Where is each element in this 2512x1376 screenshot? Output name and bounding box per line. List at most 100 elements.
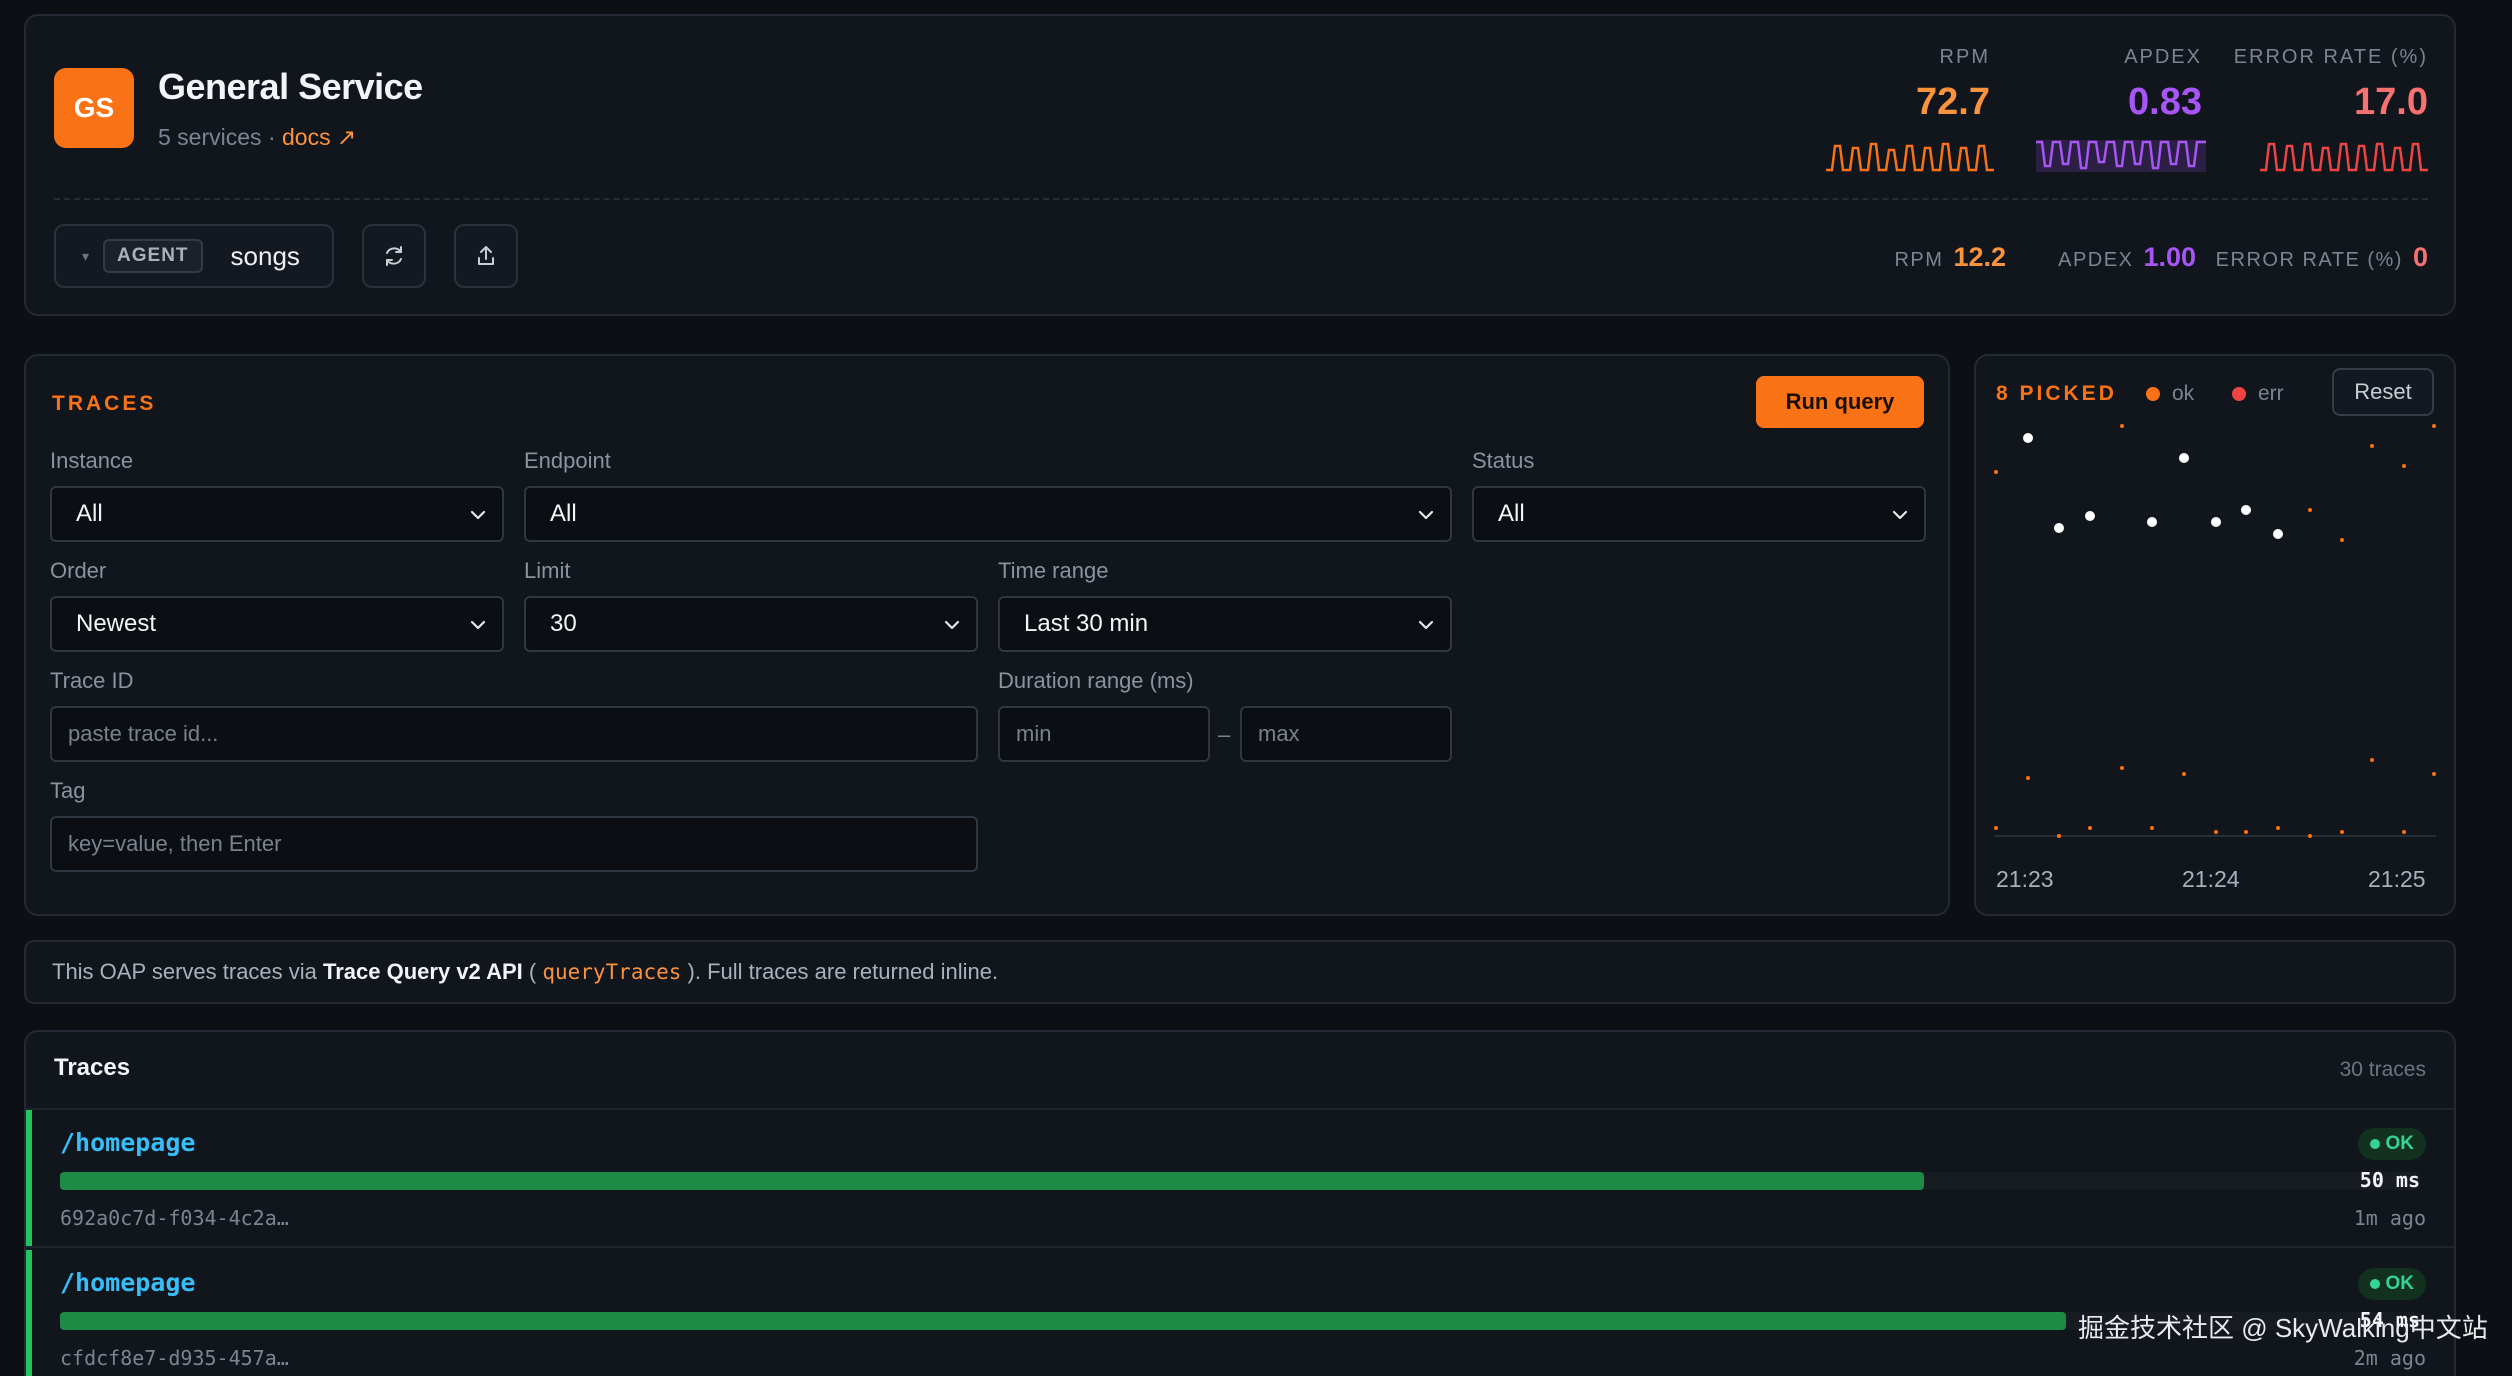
metric-apdex-label: APDEX [2124,46,2202,68]
duration-bar-track [60,1172,2420,1190]
ok-trace-point[interactable] [2150,826,2154,830]
x-tick-label: 21:23 [1996,866,2054,892]
chevron-down-icon [470,510,486,520]
trace-id-input[interactable] [50,706,978,762]
mini-apdex-label: APDEX [2058,249,2134,271]
chevron-down-icon [1418,510,1434,520]
service-logo: GS [54,68,134,148]
order-value: Newest [76,610,157,637]
ok-trace-point[interactable] [2402,464,2406,468]
ok-dot-icon [2146,387,2160,401]
mini-error-rate-value: 0 [2412,242,2428,272]
trace-scatter-panel: 8 PICKED ok err Reset 21:23 21:24 21:25 [1974,354,2456,916]
duration-max-input[interactable] [1240,706,1452,762]
duration-min-input[interactable] [998,706,1210,762]
chevron-down-icon [470,620,486,630]
run-query-button[interactable]: Run query [1756,376,1924,428]
ok-trace-point[interactable] [2120,766,2124,770]
ok-trace-point[interactable] [2276,826,2280,830]
ok-trace-point[interactable] [2370,444,2374,448]
mini-metric-rpm: RPM 12.2 [1894,242,2006,273]
ok-trace-point[interactable] [2057,834,2061,838]
metric-rpm-value: 72.7 [1916,81,1990,123]
picked-trace-point[interactable] [2241,505,2251,515]
time-range-label: Time range [998,558,1109,583]
status-select[interactable]: All [1472,486,1926,542]
share-button[interactable] [454,224,518,288]
trace-row[interactable]: /homepage OK 50 ms 692a0c7d-f034-4c2a… 1… [26,1110,2454,1248]
scatter-plot[interactable] [1976,416,2454,856]
duration-bar [60,1312,2066,1330]
status-label: Status [1472,448,1535,473]
picked-trace-point[interactable] [2085,511,2095,521]
tag-input[interactable] [50,816,978,872]
picked-trace-point[interactable] [2023,433,2033,443]
limit-select[interactable]: 30 [524,596,978,652]
ok-trace-point[interactable] [2308,508,2312,512]
ok-trace-point[interactable] [1994,470,1998,474]
time-range-select[interactable]: Last 30 min [998,596,1452,652]
ok-trace-point[interactable] [2120,424,2124,428]
agent-tag: AGENT [103,239,203,273]
status-text: OK [2385,1133,2415,1154]
trace-endpoint[interactable]: /homepage [60,1268,195,1297]
service-title: General Service [158,66,423,107]
ok-trace-point[interactable] [2182,772,2186,776]
ok-trace-point[interactable] [2402,830,2406,834]
picked-trace-point[interactable] [2054,523,2064,533]
agent-selector[interactable]: ▾ AGENT songs [54,224,334,288]
duration-range-label: Duration range (ms) [998,668,1194,693]
ok-trace-point[interactable] [2432,772,2436,776]
ok-trace-point[interactable] [2026,776,2030,780]
docs-link[interactable]: docs ↗ [282,124,356,150]
instance-label: Instance [50,448,134,473]
order-select[interactable]: Newest [50,596,504,652]
agent-value: songs [230,240,300,271]
picked-trace-point[interactable] [2179,453,2189,463]
metric-rpm-label: RPM [1939,46,1990,68]
caret-down-icon: ▾ [82,247,90,264]
legend-ok: ok [2146,382,2194,406]
status-badge: OK [2357,1128,2426,1160]
ok-trace-point[interactable] [2370,758,2374,762]
trace-endpoint[interactable]: /homepage [60,1128,195,1157]
endpoint-select[interactable]: All [524,486,1452,542]
share-icon [478,246,494,265]
mini-rpm-value: 12.2 [1953,242,2006,272]
info-prefix: This OAP serves traces via [52,959,324,984]
apdex-sparkline [2036,140,2206,172]
status-accent [26,1250,32,1376]
mini-apdex-value: 1.00 [2143,242,2196,272]
trace-id: cfdcf8e7-d935-457a… [60,1346,289,1370]
metric-rpm: RPM 72.7 [1916,46,1990,124]
ok-trace-point[interactable] [2244,830,2248,834]
ok-trace-point[interactable] [2088,826,2092,830]
mini-metric-apdex: APDEX 1.00 [2058,242,2196,273]
info-open-paren: ( [522,959,543,984]
duration-separator: – [1218,722,1231,747]
ok-trace-point[interactable] [2340,830,2344,834]
chevron-down-icon [1892,510,1908,520]
ok-trace-point[interactable] [1994,826,1998,830]
instance-select[interactable]: All [50,486,504,542]
metric-error-rate-label: ERROR RATE (%) [2233,46,2428,68]
picked-trace-point[interactable] [2147,517,2157,527]
duration-bar [60,1172,1925,1190]
legend-ok-label: ok [2172,382,2195,405]
reset-button[interactable]: Reset [2332,368,2434,416]
mini-error-rate-label: ERROR RATE (%) [2215,249,2403,271]
x-tick-label: 21:24 [2182,866,2240,892]
err-dot-icon [2232,387,2246,401]
picked-trace-point[interactable] [2273,529,2283,539]
picked-trace-point[interactable] [2211,517,2221,527]
metric-apdex-value: 0.83 [2128,81,2202,123]
ok-trace-point[interactable] [2340,538,2344,542]
status-badge: OK [2357,1268,2426,1300]
endpoint-value: All [550,500,577,527]
traces-count: 30 traces [2339,1058,2426,1081]
tag-label: Tag [50,778,86,803]
ok-trace-point[interactable] [2308,834,2312,838]
ok-trace-point[interactable] [2214,830,2218,834]
refresh-button[interactable] [362,224,426,288]
ok-trace-point[interactable] [2432,424,2436,428]
